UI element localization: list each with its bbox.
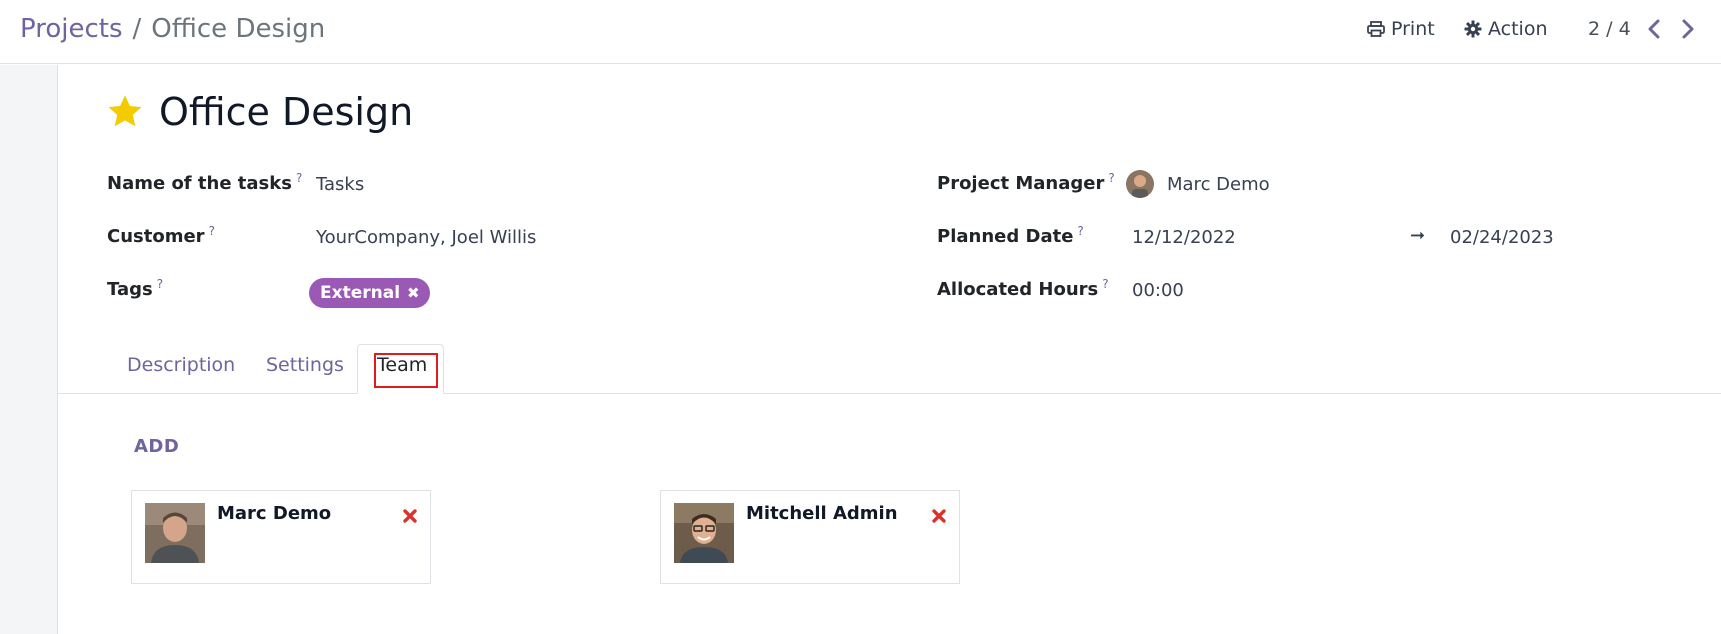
tag-badge-external[interactable]: External ✖ bbox=[309, 278, 430, 308]
person-photo-icon bbox=[145, 503, 205, 563]
avatar bbox=[1126, 170, 1154, 198]
tabs-divider bbox=[58, 393, 1721, 394]
help-tooltip-icon[interactable]: ? bbox=[1102, 277, 1108, 291]
team-member-name: Marc Demo bbox=[217, 503, 332, 524]
print-button[interactable]: Print bbox=[1367, 16, 1435, 42]
team-member-card[interactable]: Marc Demo bbox=[131, 490, 431, 584]
tab-settings[interactable]: Settings bbox=[266, 352, 344, 378]
project-manager-input[interactable]: Marc Demo bbox=[1167, 174, 1270, 195]
gear-icon bbox=[1464, 20, 1482, 38]
breadcrumb: Projects / Office Design bbox=[20, 12, 325, 46]
action-label: Action bbox=[1488, 18, 1548, 40]
tab-team-highlight-box bbox=[374, 353, 438, 388]
help-tooltip-icon[interactable]: ? bbox=[157, 277, 163, 291]
add-member-button[interactable]: ADD bbox=[134, 436, 179, 457]
team-member-card[interactable]: Mitchell Admin bbox=[660, 490, 960, 584]
field-label-allocated-hours: Allocated Hours? bbox=[937, 277, 1109, 300]
field-label-text: Planned Date bbox=[937, 226, 1074, 247]
tab-description[interactable]: Description bbox=[127, 352, 235, 378]
breadcrumb-projects-link[interactable]: Projects bbox=[20, 14, 123, 44]
person-photo-icon bbox=[674, 503, 734, 563]
person-photo-icon bbox=[1126, 170, 1154, 198]
field-label-project-manager: Project Manager? bbox=[937, 171, 1115, 194]
team-member-name: Mitchell Admin bbox=[746, 503, 898, 524]
avatar bbox=[145, 503, 205, 563]
field-label-text: Customer bbox=[107, 226, 205, 247]
task-name-input[interactable]: Tasks bbox=[316, 174, 364, 195]
planned-date-start-input[interactable]: 12/12/2022 bbox=[1132, 227, 1236, 248]
field-label-text: Allocated Hours bbox=[937, 279, 1099, 300]
remove-member-icon[interactable] bbox=[402, 508, 418, 524]
control-panel: Projects / Office Design Print Action 2 … bbox=[0, 0, 1721, 64]
field-label-tags: Tags? bbox=[107, 277, 163, 300]
allocated-hours-input[interactable]: 00:00 bbox=[1132, 280, 1184, 301]
help-tooltip-icon[interactable]: ? bbox=[296, 171, 302, 185]
help-tooltip-icon[interactable]: ? bbox=[1108, 171, 1114, 185]
field-label-text: Name of the tasks bbox=[107, 173, 292, 194]
remove-member-icon[interactable] bbox=[931, 508, 947, 524]
avatar bbox=[674, 503, 734, 563]
print-label: Print bbox=[1391, 18, 1435, 40]
record-title-row: Office Design bbox=[106, 88, 413, 136]
chevron-right-icon[interactable] bbox=[1676, 18, 1698, 40]
pager-value[interactable]: 2 / 4 bbox=[1588, 16, 1631, 42]
favorite-star-icon[interactable] bbox=[106, 93, 144, 131]
arrow-right-icon: ➞ bbox=[1410, 225, 1426, 246]
field-label-task-name: Name of the tasks? bbox=[107, 171, 302, 194]
field-label-planned-date: Planned Date? bbox=[937, 224, 1084, 247]
record-title[interactable]: Office Design bbox=[159, 88, 413, 136]
planned-date-end-input[interactable]: 02/24/2023 bbox=[1450, 227, 1554, 248]
help-tooltip-icon[interactable]: ? bbox=[1077, 224, 1083, 238]
chevron-left-icon[interactable] bbox=[1644, 18, 1666, 40]
action-button[interactable]: Action bbox=[1464, 16, 1548, 42]
left-gutter bbox=[0, 65, 58, 634]
field-label-text: Tags bbox=[107, 279, 153, 300]
breadcrumb-separator: / bbox=[132, 14, 142, 44]
breadcrumb-current: Office Design bbox=[151, 14, 326, 44]
help-tooltip-icon[interactable]: ? bbox=[209, 224, 215, 238]
tag-remove-icon[interactable]: ✖ bbox=[407, 284, 420, 302]
customer-input[interactable]: YourCompany, Joel Willis bbox=[316, 227, 536, 248]
field-label-text: Project Manager bbox=[937, 173, 1105, 194]
field-label-customer: Customer? bbox=[107, 224, 215, 247]
printer-icon bbox=[1367, 21, 1385, 37]
tag-label: External bbox=[320, 283, 401, 303]
